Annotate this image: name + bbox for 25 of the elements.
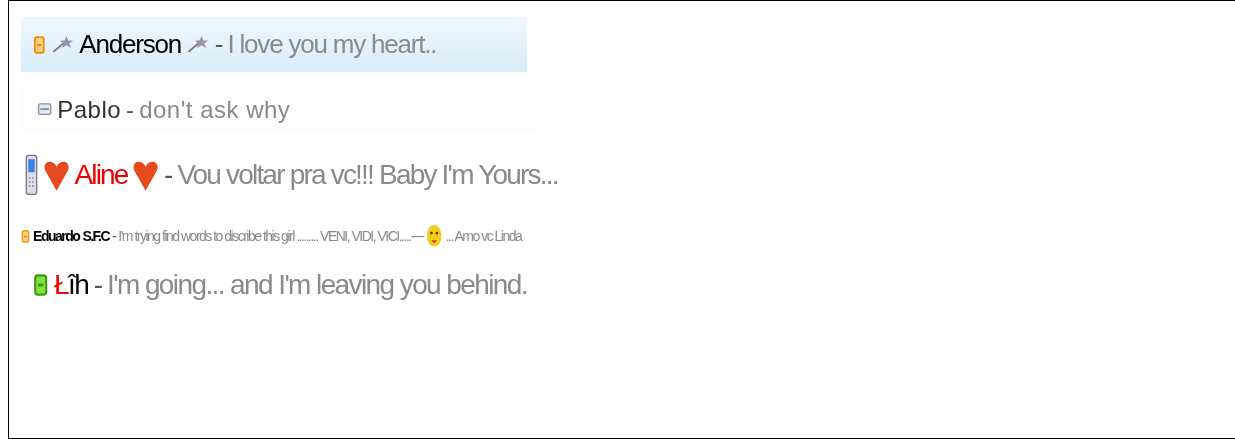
separator-dash: - bbox=[93, 269, 102, 302]
contact-row[interactable]: Łîh - I'm going... and I'm leaving you behind. bbox=[21, 265, 539, 306]
contact-name: îh bbox=[67, 269, 89, 302]
star-wand-icon bbox=[186, 35, 210, 54]
separator-dash: - bbox=[112, 228, 116, 245]
contact-name: Eduardo bbox=[33, 228, 80, 245]
contact-name: Pablo bbox=[57, 96, 122, 124]
contact-row[interactable]: Eduardo S.F.C - I'm trying find words to discribe this girl ......... VENI, VIDI, VICI.....---- ... Amo vc Linda bbox=[21, 219, 522, 254]
smiley-icon bbox=[426, 223, 443, 250]
status-message: don't ask why bbox=[139, 96, 291, 124]
status-message: I'm going... and I'm leaving you behind. bbox=[107, 269, 527, 302]
status-message: Vou voltar pra vc!!! Baby I'm Yours... bbox=[177, 158, 558, 191]
contact-name: Anderson bbox=[79, 29, 182, 60]
contact-row[interactable]: Aline - Vou voltar pra vc!!! Baby I'm Yours... bbox=[21, 150, 562, 200]
contact-name: Aline bbox=[74, 158, 128, 191]
status-message: I'm trying find words to discribe this girl ......... VENI, VIDI, VICI.....---- bbox=[118, 228, 424, 245]
contact-name: Ł bbox=[54, 269, 68, 302]
contact-row[interactable]: Anderson - I love you my heart.. bbox=[21, 17, 527, 72]
contact-name: S.F.C bbox=[82, 228, 110, 245]
status-message: ... Amo vc Linda bbox=[445, 228, 522, 245]
status-message: I love you my heart.. bbox=[227, 29, 437, 60]
separator-dash: - bbox=[125, 96, 135, 124]
star-wand-icon bbox=[50, 35, 75, 54]
separator-dash: - bbox=[214, 29, 223, 60]
separator-dash: - bbox=[164, 158, 172, 191]
